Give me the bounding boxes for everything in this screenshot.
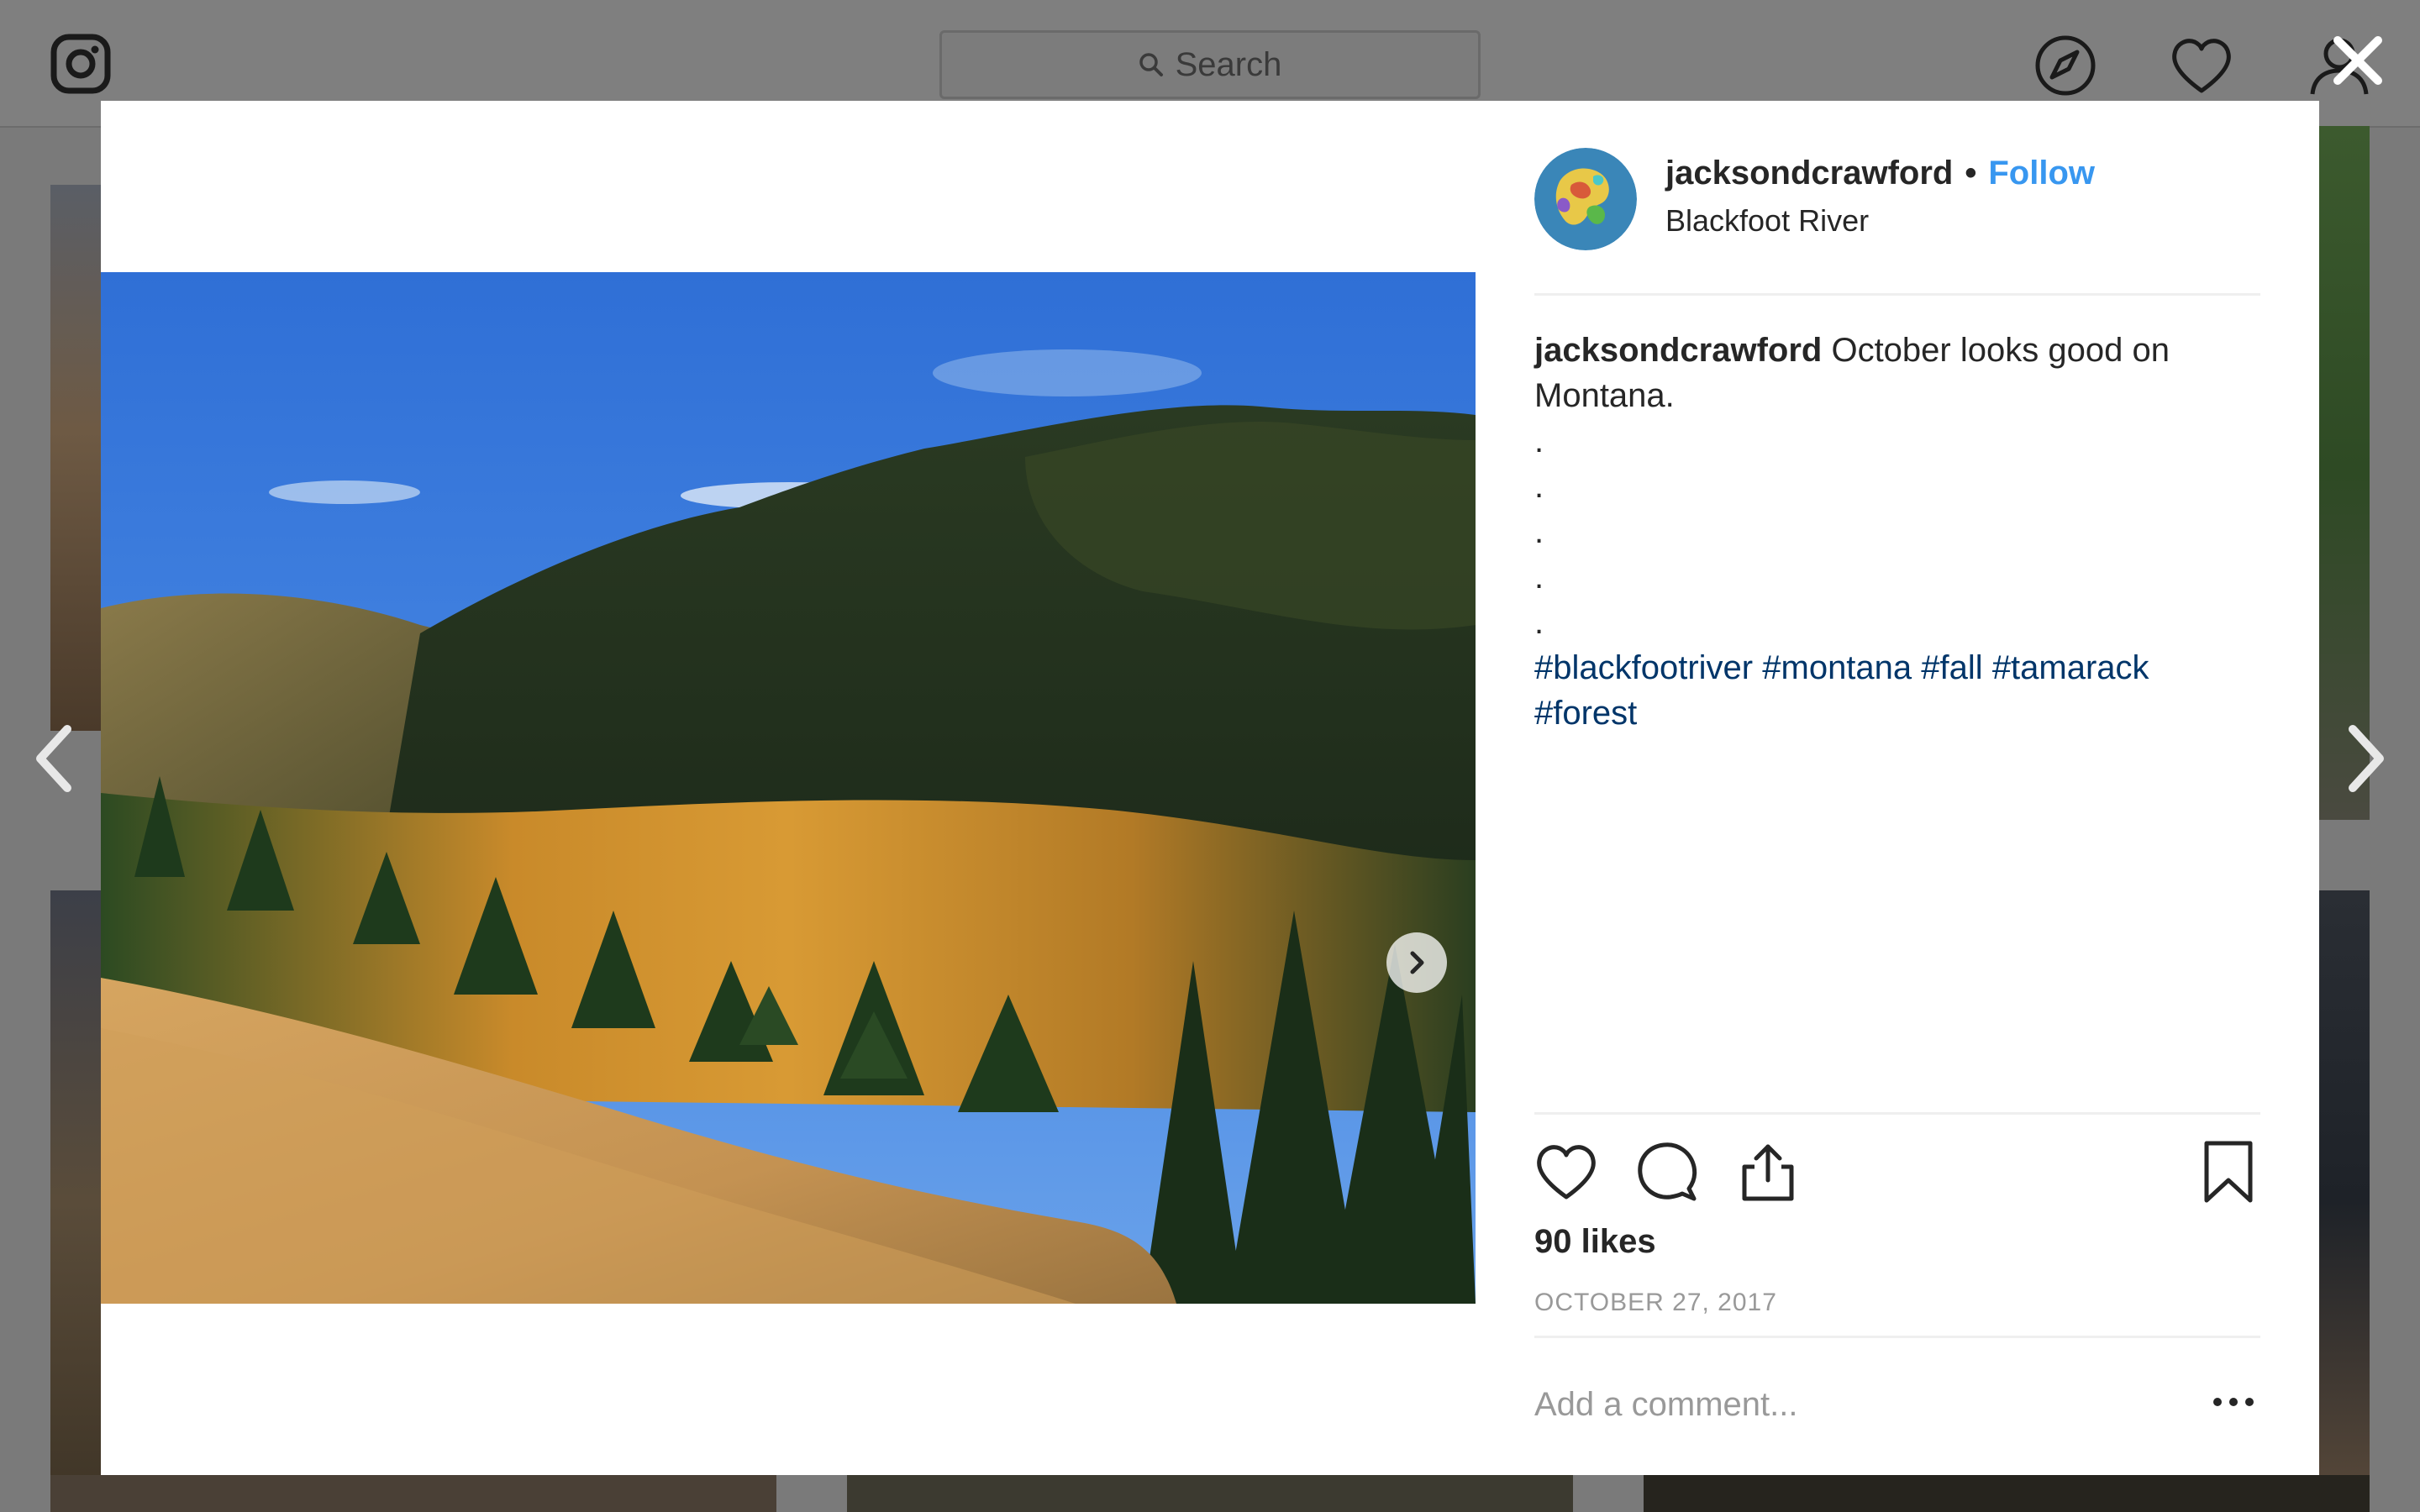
caption-hashtags: #blackfootriver #montana #fall #tamarack… (1534, 645, 2260, 736)
post-date: OCTOBER 27, 2017 (1534, 1289, 1777, 1316)
landscape-photo (101, 272, 1476, 1304)
chevron-right-icon (1410, 951, 1424, 974)
comment-bubble-icon[interactable] (1635, 1140, 1699, 1204)
like-heart-icon[interactable] (1534, 1140, 1598, 1204)
caption-dot: . (1534, 513, 1544, 550)
globe-avatar-icon (1534, 148, 1637, 250)
background-photo-tile[interactable] (2319, 890, 2370, 1512)
dot (2229, 1398, 2238, 1406)
search-icon (1139, 53, 1163, 76)
post-caption: jacksondcrawford October looks good on M… (1534, 328, 2260, 736)
next-photo-button[interactable] (1386, 932, 1447, 993)
hashtag-link[interactable]: #blackfootriver (1534, 649, 1753, 686)
share-upload-icon[interactable] (1736, 1140, 1800, 1204)
post-location[interactable]: Blackfoot River (1665, 203, 1869, 239)
instagram-logo-icon[interactable] (50, 34, 111, 94)
caption-dot: . (1534, 423, 1544, 459)
likes-count[interactable]: 90 likes (1534, 1223, 1656, 1261)
post-side-panel: jacksondcrawford • Follow Blackfoot Rive… (1534, 101, 2260, 1475)
close-icon[interactable] (2328, 30, 2388, 91)
post-header: jacksondcrawford • Follow Blackfoot Rive… (1534, 148, 2260, 296)
caption-dot: . (1534, 468, 1544, 505)
avatar[interactable] (1534, 148, 1637, 250)
background-photo-tile[interactable] (50, 1475, 776, 1512)
header-separator: • (1965, 155, 1977, 192)
more-options-icon[interactable] (2213, 1385, 2254, 1419)
dot (2213, 1398, 2222, 1406)
bookmark-save-icon[interactable] (2196, 1140, 2260, 1204)
chevron-left-icon[interactable] (29, 721, 79, 796)
caption-dot: . (1534, 559, 1544, 596)
explore-compass-icon[interactable] (2033, 34, 2097, 97)
search-placeholder: Search (1175, 45, 1282, 83)
background-photo-tile[interactable] (2319, 126, 2370, 820)
post-photo[interactable] (101, 272, 1476, 1304)
chevron-right-icon[interactable] (2341, 721, 2391, 796)
activity-heart-icon[interactable] (2170, 34, 2233, 97)
search-box[interactable]: Search (939, 30, 1481, 99)
post-author-username[interactable]: jacksondcrawford (1665, 155, 1953, 192)
hashtag-link[interactable]: #forest (1534, 695, 1637, 732)
post-actions-bar (1534, 1112, 2260, 1205)
hashtag-link[interactable]: #fall (1921, 649, 1982, 686)
background-photo-tile[interactable] (847, 1475, 1573, 1512)
hashtag-link[interactable]: #montana (1762, 649, 1912, 686)
caption-dot: . (1534, 604, 1544, 641)
comment-input[interactable] (1534, 1375, 2173, 1434)
dot (2245, 1398, 2254, 1406)
hashtag-link[interactable]: #tamarack (1992, 649, 2149, 686)
post-header-line: jacksondcrawford • Follow (1665, 155, 2095, 192)
background-photo-tile[interactable] (1644, 1475, 2370, 1512)
follow-button[interactable]: Follow (1988, 155, 2095, 192)
post-modal: jacksondcrawford • Follow Blackfoot Rive… (101, 101, 2319, 1475)
comment-section (1534, 1336, 2260, 1475)
caption-username[interactable]: jacksondcrawford (1534, 332, 1822, 369)
